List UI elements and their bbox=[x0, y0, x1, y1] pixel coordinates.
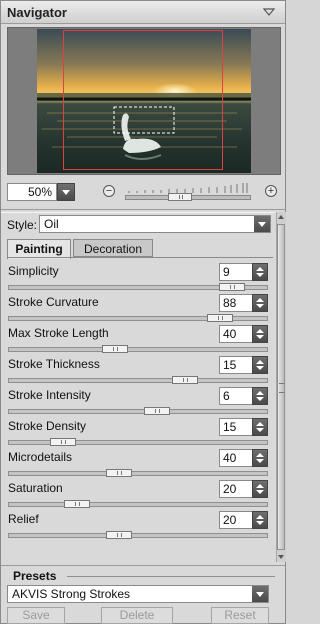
param-value-input[interactable]: 88 bbox=[219, 294, 253, 312]
param-label: Stroke Density bbox=[8, 419, 87, 433]
param-value-input[interactable]: 9 bbox=[219, 263, 253, 281]
chevron-down-icon[interactable] bbox=[254, 216, 270, 232]
spinner-arrows-icon[interactable] bbox=[252, 418, 268, 436]
zoom-input[interactable]: 50% bbox=[7, 183, 57, 201]
tab-underline bbox=[7, 257, 273, 258]
param-label: Stroke Intensity bbox=[8, 388, 91, 402]
zoom-out-icon[interactable]: − bbox=[103, 185, 115, 197]
zoom-in-icon[interactable]: + bbox=[265, 185, 277, 197]
style-select[interactable]: Oil bbox=[39, 215, 271, 233]
grip-icon bbox=[279, 383, 284, 393]
save-preset-button[interactable]: Save bbox=[7, 607, 65, 624]
param-label: Stroke Curvature bbox=[8, 295, 99, 309]
vertical-scrollbar[interactable] bbox=[276, 212, 286, 562]
zoom-dropdown-button[interactable] bbox=[57, 183, 75, 201]
param-label: Max Stroke Length bbox=[8, 326, 109, 340]
chevron-down-icon[interactable] bbox=[252, 586, 268, 602]
presets-title: Presets bbox=[13, 569, 57, 583]
zoom-slider-thumb[interactable] bbox=[167, 193, 192, 201]
tab-painting[interactable]: Painting bbox=[7, 239, 71, 259]
delete-preset-button[interactable]: Delete bbox=[101, 607, 173, 624]
presets-divider bbox=[1, 565, 285, 566]
navigator-header: Navigator bbox=[1, 1, 285, 24]
zoom-controls: 50% − + bbox=[1, 179, 285, 207]
tab-bar: Painting Decoration bbox=[7, 239, 273, 259]
spinner-arrows-icon[interactable] bbox=[252, 294, 268, 312]
navigator-viewport-frame[interactable] bbox=[63, 30, 223, 170]
param-slider-track[interactable] bbox=[8, 533, 268, 538]
presets-rule bbox=[67, 576, 275, 577]
section-divider bbox=[1, 209, 285, 213]
style-label: Style: bbox=[7, 218, 38, 232]
style-value: Oil bbox=[44, 217, 59, 231]
scroll-down-icon[interactable] bbox=[277, 553, 286, 562]
spinner-arrows-icon[interactable] bbox=[252, 449, 268, 467]
param-value-input[interactable]: 40 bbox=[219, 449, 253, 467]
param-saturation: Saturation 20 bbox=[1, 476, 275, 508]
param-max-stroke-length: Max Stroke Length 40 bbox=[1, 321, 275, 353]
tab-decoration[interactable]: Decoration bbox=[73, 239, 153, 257]
param-stroke-curvature: Stroke Curvature 88 bbox=[1, 290, 275, 322]
settings-panel: Navigator 50% − + Style: Oil Painting De… bbox=[0, 0, 286, 624]
scrollbar-thumb[interactable] bbox=[277, 224, 285, 550]
param-stroke-density: Stroke Density 15 bbox=[1, 414, 275, 446]
param-label: Microdetails bbox=[8, 450, 73, 464]
param-value-input[interactable]: 15 bbox=[219, 356, 253, 374]
param-value-input[interactable]: 15 bbox=[219, 418, 253, 436]
param-value-input[interactable]: 20 bbox=[219, 480, 253, 498]
param-label: Relief bbox=[8, 512, 39, 526]
preset-select[interactable]: AKVIS Strong Strokes bbox=[7, 585, 269, 603]
collapse-arrow-icon[interactable] bbox=[263, 6, 275, 18]
param-label: Stroke Thickness bbox=[8, 357, 100, 371]
param-slider-thumb[interactable] bbox=[106, 531, 133, 539]
spinner-arrows-icon[interactable] bbox=[252, 356, 268, 374]
reset-preset-button[interactable]: Reset bbox=[211, 607, 269, 624]
param-label: Saturation bbox=[8, 481, 63, 495]
zoom-scale-ticks bbox=[128, 183, 248, 193]
param-value-input[interactable]: 6 bbox=[219, 387, 253, 405]
style-row: Style: Oil bbox=[7, 215, 271, 235]
parameter-list: Simplicity 9 Stroke Curvature 88 Max Str… bbox=[1, 259, 275, 561]
spinner-arrows-icon[interactable] bbox=[252, 511, 268, 529]
param-microdetails: Microdetails 40 bbox=[1, 445, 275, 477]
spinner-arrows-icon[interactable] bbox=[252, 480, 268, 498]
spinner-arrows-icon[interactable] bbox=[252, 325, 268, 343]
param-stroke-thickness: Stroke Thickness 15 bbox=[1, 352, 275, 384]
param-value-input[interactable]: 20 bbox=[219, 511, 253, 529]
param-simplicity: Simplicity 9 bbox=[1, 259, 275, 291]
scroll-up-icon[interactable] bbox=[277, 212, 286, 221]
spinner-arrows-icon[interactable] bbox=[252, 263, 268, 281]
navigator-title: Navigator bbox=[7, 5, 67, 20]
param-stroke-intensity: Stroke Intensity 6 bbox=[1, 383, 275, 415]
spinner-arrows-icon[interactable] bbox=[252, 387, 268, 405]
param-relief: Relief 20 bbox=[1, 507, 275, 539]
preset-value: AKVIS Strong Strokes bbox=[12, 587, 131, 601]
param-value-input[interactable]: 40 bbox=[219, 325, 253, 343]
param-label: Simplicity bbox=[8, 264, 59, 278]
navigator-preview[interactable] bbox=[7, 27, 281, 175]
